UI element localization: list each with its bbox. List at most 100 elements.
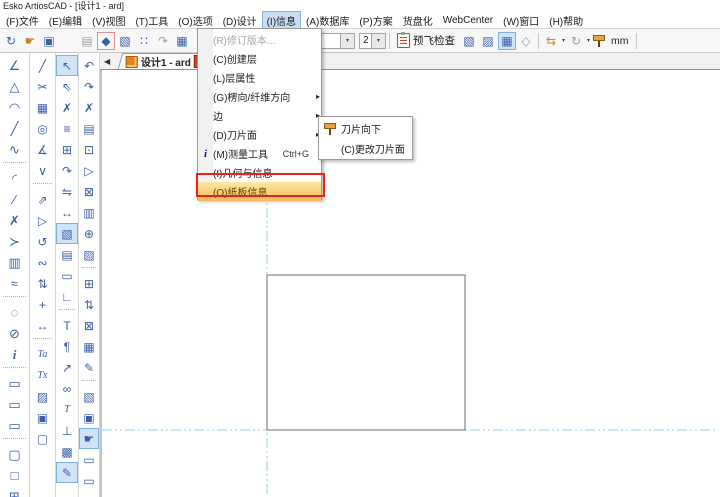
chevron-tool[interactable]: ≻	[0, 231, 29, 252]
blade-down-icon[interactable]	[592, 34, 606, 47]
close-file-button[interactable]: ⊠	[79, 181, 99, 202]
extrude-tool[interactable]: ▧	[56, 223, 78, 244]
layer-order-button[interactable]: ⇅	[79, 294, 99, 315]
text-tool[interactable]: T	[56, 315, 78, 336]
grid-tool[interactable]: ▦	[30, 97, 55, 118]
paragraph-tool[interactable]: ¶	[56, 336, 78, 357]
line-tool[interactable]: ╱	[0, 118, 29, 139]
stack-tool[interactable]: ▤	[56, 244, 78, 265]
page-tool[interactable]: ▢	[0, 444, 29, 465]
hatch-fill-tool[interactable]: ▩	[56, 441, 78, 462]
menubar-item[interactable]: WebCenter	[438, 13, 498, 28]
note-button[interactable]: ▨	[79, 244, 99, 265]
menubar-item[interactable]: (O)选项	[173, 11, 217, 30]
fork-tool[interactable]: ∨	[30, 160, 55, 181]
menu-item[interactable]: (C)创建层	[198, 49, 321, 68]
menubar-item[interactable]: (A)数据库	[301, 11, 354, 30]
menubar-item[interactable]: (F)文件	[1, 11, 44, 30]
glasses-tool[interactable]: ∞	[56, 378, 78, 399]
multi-select-tool[interactable]: ⇖	[56, 76, 78, 97]
obround-tool-2[interactable]: ▭	[0, 394, 29, 415]
menubar-item[interactable]: (T)工具	[130, 11, 173, 30]
undo-button[interactable]: ↶	[79, 55, 99, 76]
menubar-item[interactable]: (W)窗口	[498, 11, 544, 30]
small-text-tool[interactable]: T	[56, 399, 78, 420]
arc-rotate-tool[interactable]: ↺	[30, 231, 55, 252]
circle-tool[interactable]: ◌	[0, 302, 29, 323]
import-hand-icon[interactable]: ☛	[21, 32, 39, 50]
counter-icon[interactable]: ▧	[460, 32, 478, 50]
export-button[interactable]: ▷	[79, 160, 99, 181]
align-tool[interactable]: +	[30, 294, 55, 315]
fillet-tool[interactable]: ◜	[0, 168, 29, 189]
table-text-tool[interactable]: Ta	[30, 344, 55, 365]
layer-add-button[interactable]: ⊞	[79, 273, 99, 294]
stamp-button[interactable]: ▧	[79, 386, 99, 407]
arc-tool[interactable]: ◠	[0, 97, 29, 118]
menubar-item[interactable]: (D)设计	[218, 11, 262, 30]
leader-arrow-tool[interactable]: ↗	[56, 357, 78, 378]
delete-tool[interactable]: ✗	[56, 97, 78, 118]
duplicate-button[interactable]: ▭	[79, 449, 99, 470]
layout-lattice-icon[interactable]: ▦	[498, 32, 516, 50]
pan-button[interactable]: ☛	[79, 428, 99, 449]
menu-item[interactable]: (D)刀片面 ▸	[198, 125, 321, 144]
dimension-box-tool[interactable]: ▣	[30, 407, 55, 428]
circle-cut-tool[interactable]: ⊘	[0, 323, 29, 344]
menubar-item[interactable]: (H)帮助	[544, 11, 588, 30]
add-file-button[interactable]: ⊕	[79, 223, 99, 244]
design-rectangle[interactable]	[267, 275, 465, 430]
rotate-tool[interactable]: ↷	[56, 160, 78, 181]
info-tool[interactable]: i	[0, 344, 29, 365]
stretch-tool[interactable]: ↔	[30, 315, 55, 336]
menubar-item[interactable]: (I)信息	[262, 11, 301, 30]
menu-item[interactable]: i (M)测量工具 Ctrl+G	[198, 144, 321, 163]
plot-button[interactable]: ▥	[79, 202, 99, 223]
obround-tool[interactable]: ▭	[0, 373, 29, 394]
delete-geometry-tool[interactable]: ✗	[0, 210, 29, 231]
move-tool[interactable]: ⇅	[30, 273, 55, 294]
plot-output-icon[interactable]: ▤	[78, 32, 96, 50]
menubar-item[interactable]: (E)编辑	[44, 11, 87, 30]
database-info-icon[interactable]: ▦	[173, 32, 191, 50]
menubar-item[interactable]: (P)方案	[354, 11, 397, 30]
menu-item[interactable]: 边 ▸	[198, 106, 321, 125]
hatch-tool[interactable]: ▨	[30, 386, 55, 407]
angle-tool[interactable]: ∠	[0, 55, 29, 76]
print-button[interactable]: ▤	[79, 118, 99, 139]
counter-tool[interactable]: ▥	[0, 252, 29, 273]
convert-to-3d-icon[interactable]: ▧	[116, 32, 134, 50]
menubar-item[interactable]: (V)视图	[87, 11, 130, 30]
dimension-icon[interactable]: ∷	[135, 32, 153, 50]
menu-item[interactable]: (G)楞向/纤维方向 ▸	[198, 87, 321, 106]
protractor-tool[interactable]: △	[0, 76, 29, 97]
report-button[interactable]: ▦	[79, 336, 99, 357]
target-tool[interactable]: ◎	[30, 118, 55, 139]
fan-lines-tool[interactable]: ∡	[30, 139, 55, 160]
pencil-tool[interactable]: ✎	[56, 462, 78, 483]
layers-tool[interactable]: ≡	[56, 118, 78, 139]
page-tool-2[interactable]: ▢	[30, 428, 55, 449]
zoom-combobox[interactable]: 2 ▾	[359, 33, 386, 49]
preflight-check-button[interactable]: 预飞检查	[393, 33, 459, 48]
layer-delete-button[interactable]: ⊠	[79, 315, 99, 336]
corner-tool[interactable]: ∟	[56, 286, 78, 307]
swap-direction-button[interactable]: ⇆	[542, 32, 560, 50]
text-tool-2[interactable]: Tx	[30, 365, 55, 386]
history-icon[interactable]: ↷	[154, 32, 172, 50]
rebuild-icon[interactable]: ◆	[97, 32, 115, 50]
redo-button[interactable]: ↷	[79, 76, 99, 97]
windows-tool[interactable]: ⊞	[0, 486, 29, 497]
line-tool-2[interactable]: ╱	[30, 55, 55, 76]
menu-item-change-blade-side[interactable]: (C)更改刀片面	[319, 138, 412, 158]
ray-tool[interactable]: ∕	[0, 189, 29, 210]
menu-item[interactable]: (L)层属性	[198, 68, 321, 87]
group-tool[interactable]: ⊞	[56, 139, 78, 160]
expand-icon[interactable]: ◇	[517, 32, 535, 50]
tab-scroll-left-icon[interactable]: ◀	[100, 57, 114, 66]
mirror-tool[interactable]: ⇋	[56, 181, 78, 202]
menubar-item[interactable]: 货盘化	[398, 11, 438, 30]
edit-button[interactable]: ✎	[79, 357, 99, 378]
fill-button[interactable]: ▣	[79, 407, 99, 428]
select-tool[interactable]: ↖	[56, 55, 78, 76]
